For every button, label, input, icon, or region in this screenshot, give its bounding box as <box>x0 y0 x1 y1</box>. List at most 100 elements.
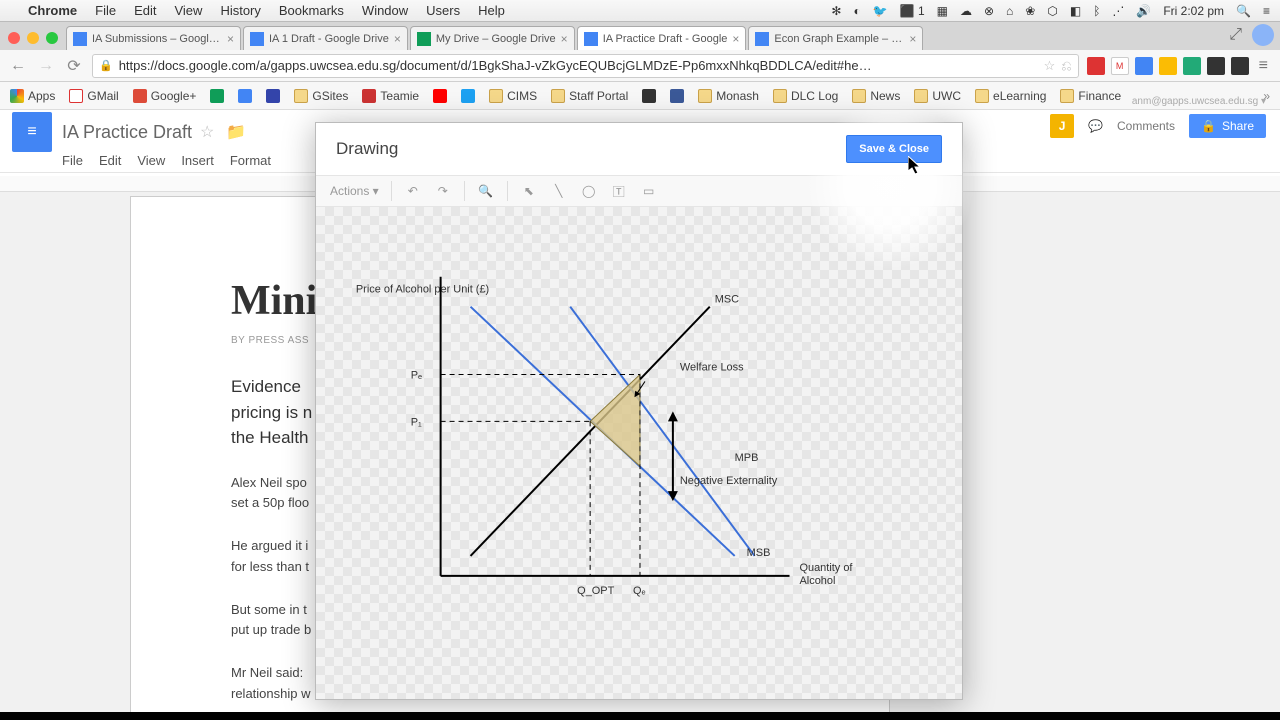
chrome-menu-icon[interactable]: ≡ <box>1255 57 1272 75</box>
spotlight-icon[interactable]: 🔍 <box>1236 4 1251 18</box>
extension-icon[interactable] <box>1183 57 1201 75</box>
line-icon[interactable]: ╲ <box>550 182 568 200</box>
bookmark[interactable]: eLearning <box>975 89 1046 103</box>
extension-icon[interactable] <box>1087 57 1105 75</box>
close-tab-icon[interactable]: × <box>732 32 739 46</box>
address-bar[interactable]: 🔒 https://docs.google.com/a/gapps.uwcsea… <box>92 54 1079 78</box>
menubar-item[interactable]: View <box>174 3 202 18</box>
status-icon[interactable]: ⌂ <box>1006 4 1013 18</box>
status-icon[interactable]: ◧ <box>1070 4 1081 18</box>
fullscreen-icon[interactable]: ⤢ <box>1229 26 1242 44</box>
extension-icon[interactable] <box>1231 57 1249 75</box>
bookmark[interactable]: DLC Log <box>773 89 838 103</box>
rss-icon[interactable]: ⎌ <box>1061 58 1071 74</box>
bookmark[interactable] <box>433 89 447 103</box>
share-button[interactable]: 🔒Share <box>1189 114 1266 138</box>
bookmark[interactable] <box>210 89 224 103</box>
bookmark[interactable]: Teamie <box>362 89 419 103</box>
menubar-item[interactable]: File <box>95 3 116 18</box>
undo-icon[interactable]: ↶ <box>404 182 422 200</box>
bookmark[interactable]: Monash <box>698 89 759 103</box>
extension-icon[interactable] <box>1135 57 1153 75</box>
browser-tab[interactable]: Econ Graph Example – Go× <box>748 26 923 50</box>
close-window-button[interactable] <box>8 32 20 44</box>
close-tab-icon[interactable]: × <box>909 32 916 46</box>
status-badge[interactable]: ⬛ 1 <box>900 4 925 18</box>
zoom-window-button[interactable] <box>46 32 58 44</box>
image-icon[interactable]: ▭ <box>640 182 658 200</box>
bookmark[interactable]: GMail <box>69 89 118 103</box>
docs-menu-item[interactable]: File <box>62 153 83 168</box>
textbox-icon[interactable]: 🅃 <box>610 182 628 200</box>
redo-icon[interactable]: ↷ <box>434 182 452 200</box>
status-icon[interactable]: ⬡ <box>1047 4 1057 18</box>
bookmark[interactable] <box>461 89 475 103</box>
menubar-item[interactable]: History <box>220 3 260 18</box>
bluetooth-icon[interactable]: ᛒ <box>1093 4 1100 18</box>
menubar-app[interactable]: Chrome <box>28 3 77 18</box>
docs-menu-item[interactable]: Edit <box>99 153 121 168</box>
document-title[interactable]: IA Practice Draft <box>62 122 192 143</box>
docs-menu-item[interactable]: View <box>137 153 165 168</box>
bookmark[interactable]: Staff Portal <box>551 89 628 103</box>
browser-tab[interactable]: IA Submissions – Google D× <box>66 26 241 50</box>
bookmark[interactable] <box>238 89 252 103</box>
clock[interactable]: Fri 2:02 pm <box>1163 4 1224 18</box>
menubar-item[interactable]: Window <box>362 3 408 18</box>
select-icon[interactable]: ⬉ <box>520 182 538 200</box>
wifi-icon[interactable]: ⋰ <box>1112 4 1124 18</box>
menubar-item[interactable]: Edit <box>134 3 156 18</box>
status-icon[interactable]: ▦ <box>937 4 948 18</box>
drawing-canvas[interactable]: Price of Alcohol per Unit (£) MSC MPB MS… <box>316 207 962 699</box>
shape-icon[interactable]: ◯ <box>580 182 598 200</box>
close-tab-icon[interactable]: × <box>394 32 401 46</box>
volume-icon[interactable]: 🔊 <box>1136 4 1151 18</box>
folder-icon[interactable]: 📁 <box>226 122 246 142</box>
bookmark[interactable]: CIMS <box>489 89 537 103</box>
bookmark[interactable] <box>642 89 656 103</box>
browser-tab-active[interactable]: IA Practice Draft - Google× <box>577 26 747 50</box>
browser-tab[interactable]: IA 1 Draft - Google Drive× <box>243 26 408 50</box>
zoom-icon[interactable]: 🔍 <box>477 182 495 200</box>
forward-button[interactable]: → <box>36 56 56 76</box>
presence-avatar[interactable]: J <box>1050 114 1074 138</box>
bookmark[interactable] <box>266 89 280 103</box>
close-tab-icon[interactable]: × <box>561 32 568 46</box>
comment-icon[interactable]: 💬 <box>1088 119 1103 133</box>
bookmark[interactable]: Google+ <box>133 89 197 103</box>
status-icon[interactable]: ❀ <box>1025 4 1035 18</box>
status-icon[interactable]: ⊗ <box>984 4 994 18</box>
comments-button[interactable]: Comments <box>1117 119 1175 133</box>
bookmark[interactable]: UWC <box>914 89 961 103</box>
bookmark[interactable]: Finance <box>1060 89 1121 103</box>
status-icon[interactable]: ◐ <box>853 4 860 18</box>
reload-button[interactable]: ⟳ <box>64 56 84 76</box>
docs-menu-item[interactable]: Format <box>230 153 271 168</box>
menubar-item[interactable]: Bookmarks <box>279 3 344 18</box>
gmail-extension-icon[interactable]: M <box>1111 57 1129 75</box>
docs-menu-item[interactable]: Insert <box>181 153 214 168</box>
save-and-close-button[interactable]: Save & Close <box>846 135 942 163</box>
status-icon[interactable]: ☁ <box>960 4 972 18</box>
bookmark[interactable]: News <box>852 89 900 103</box>
star-icon[interactable]: ☆ <box>200 122 214 142</box>
menubar-item[interactable]: Help <box>478 3 505 18</box>
close-tab-icon[interactable]: × <box>227 32 234 46</box>
bookmark[interactable]: GSites <box>294 89 348 103</box>
status-icon[interactable]: 🐦 <box>873 4 888 18</box>
browser-tab[interactable]: My Drive – Google Drive× <box>410 26 575 50</box>
bookmark[interactable] <box>670 89 684 103</box>
actions-menu[interactable]: Actions ▾ <box>330 184 379 198</box>
extension-icon[interactable] <box>1207 57 1225 75</box>
account-email[interactable]: anm@gapps.uwcsea.edu.sg ▾ <box>1132 96 1266 107</box>
back-button[interactable]: ← <box>8 56 28 76</box>
avatar-icon[interactable] <box>1252 24 1274 46</box>
star-icon[interactable]: ☆ <box>1044 58 1056 74</box>
extension-icon[interactable] <box>1159 57 1177 75</box>
notifications-icon[interactable]: ≡ <box>1263 4 1270 18</box>
status-icon[interactable]: ✻ <box>831 4 841 18</box>
menubar-item[interactable]: Users <box>426 3 460 18</box>
bookmark[interactable]: Apps <box>10 89 55 103</box>
minimize-window-button[interactable] <box>27 32 39 44</box>
docs-logo-icon[interactable]: ≡ <box>12 112 52 152</box>
